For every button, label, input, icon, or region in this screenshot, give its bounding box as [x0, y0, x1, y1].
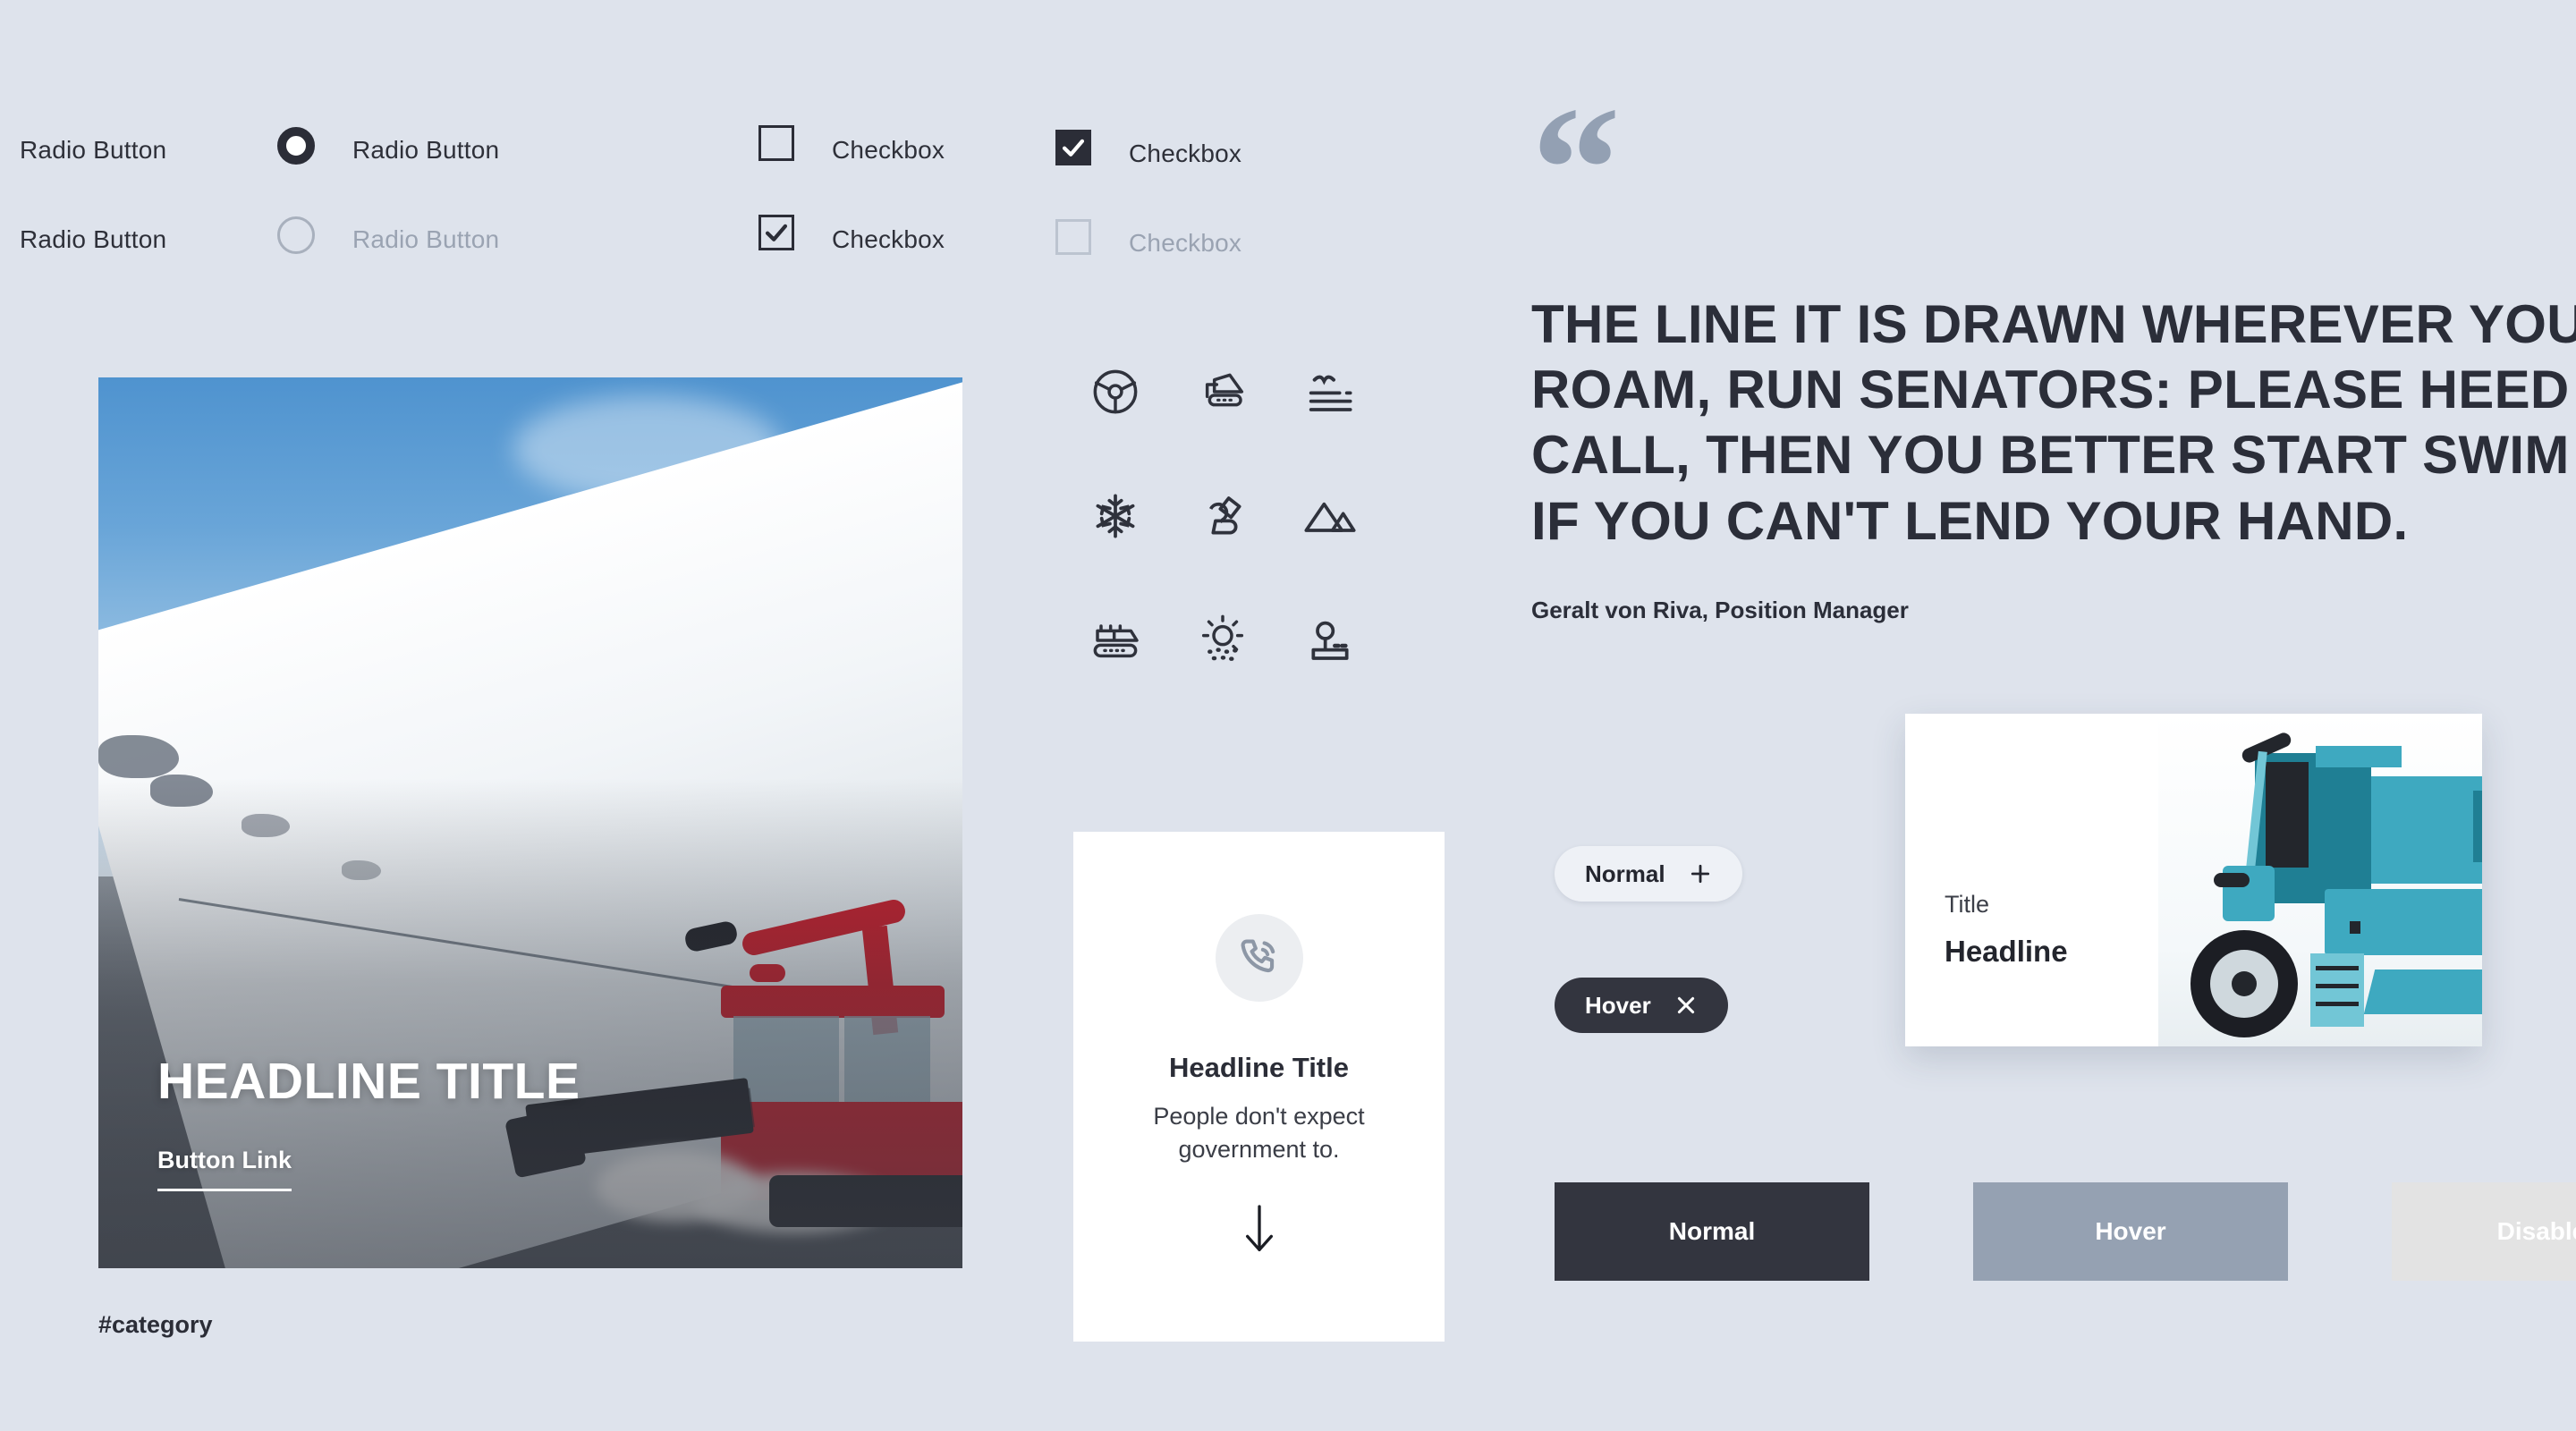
arrow-down-icon[interactable]: [1241, 1203, 1277, 1255]
quote-text: THE LINE IT IS DRAWN WHEREVER YOU ROAM, …: [1531, 292, 2576, 554]
media-card-title: Title: [1945, 891, 1990, 918]
joystick-icon[interactable]: [1301, 612, 1359, 669]
checkbox-label-2[interactable]: Checkbox: [1129, 140, 1241, 168]
checkbox-label-1[interactable]: Checkbox: [832, 136, 945, 165]
state-button-hover[interactable]: Hover: [1973, 1182, 2288, 1281]
checkbox-disabled: [1055, 219, 1091, 255]
checkbox-label-4: Checkbox: [1129, 229, 1242, 257]
snow-cannon-icon[interactable]: [1194, 487, 1251, 545]
media-card-image: [2158, 714, 2482, 1046]
sun-snow-icon[interactable]: [1194, 612, 1251, 669]
quote-line: IF YOU CAN'T LEND YOUR HAND.: [1531, 490, 2409, 551]
radio-button-selected[interactable]: [277, 127, 315, 165]
hero-button-link[interactable]: Button Link: [157, 1147, 292, 1191]
checkbox-checked-filled[interactable]: [1055, 130, 1091, 165]
hero-text-block: HEADLINE TITLE Button Link: [157, 1052, 580, 1191]
info-card-title: Headline Title: [1169, 1052, 1349, 1083]
snow-layers-bird-icon[interactable]: [1301, 363, 1359, 420]
tag-pill-normal[interactable]: Normal: [1555, 846, 1742, 902]
state-button-normal[interactable]: Normal: [1555, 1182, 1869, 1281]
close-icon[interactable]: [1674, 994, 1698, 1017]
quote-line: ROAM, RUN SENATORS: PLEASE HEED: [1531, 360, 2570, 420]
info-card-body: People don't expect government to.: [1153, 1103, 1365, 1164]
radio-label-1[interactable]: Radio Button: [352, 136, 499, 165]
radio-button-disabled: [277, 216, 315, 254]
design-system-canvas: Radio Button Radio Button Radio Button R…: [0, 0, 2576, 1431]
quote-author: Geralt von Riva, Position Manager: [1531, 596, 1909, 623]
plus-icon[interactable]: [1689, 862, 1712, 885]
state-button-disabled: Disabled: [2392, 1182, 2576, 1281]
quote-mark-icon: “: [1531, 71, 1621, 268]
media-card[interactable]: Title Headline: [1905, 714, 2482, 1046]
tracked-vehicle-icon[interactable]: [1087, 612, 1144, 669]
mountains-icon[interactable]: [1301, 487, 1359, 545]
phone-signal-icon: [1215, 914, 1303, 1002]
tag-pill-normal-label: Normal: [1585, 859, 1665, 887]
quote-line: CALL, THEN YOU BETTER START SWIM: [1531, 425, 2570, 486]
steering-wheel-icon[interactable]: [1087, 363, 1144, 420]
tag-pill-hover-label: Hover: [1585, 991, 1651, 1019]
state-button-disabled-label: Disabled: [2496, 1217, 2576, 1245]
hero-title: HEADLINE TITLE: [157, 1053, 580, 1110]
quote-line: THE LINE IT IS DRAWN WHEREVER YOU: [1531, 294, 2576, 354]
tag-pill-hover[interactable]: Hover: [1555, 978, 1728, 1033]
info-card[interactable]: Headline Title People don't expect gover…: [1073, 832, 1445, 1342]
state-button-hover-label: Hover: [2095, 1217, 2166, 1245]
radio-label-2: Radio Button: [352, 225, 500, 253]
state-button-normal-label: Normal: [1668, 1217, 1756, 1245]
media-card-headline: Headline: [1945, 935, 2068, 968]
testimonial-quote: “ THE LINE IT IS DRAWN WHEREVER YOU ROAM…: [1531, 71, 2576, 624]
check-icon: [1062, 139, 1085, 157]
hero-category-tag[interactable]: #category: [98, 1311, 213, 1339]
hero-image-card[interactable]: HEADLINE TITLE Button Link: [98, 377, 962, 1268]
media-card-text: Title Headline: [1945, 891, 2068, 969]
check-icon: [765, 224, 788, 241]
snow-groomer-icon[interactable]: [1194, 363, 1251, 420]
checkbox-unchecked[interactable]: [758, 125, 794, 161]
snowflake-icon[interactable]: [1087, 487, 1144, 545]
radio-side-label-1: Radio Button: [20, 136, 167, 164]
radio-side-label-2: Radio Button: [20, 225, 167, 253]
checkbox-label-3[interactable]: Checkbox: [832, 225, 945, 254]
checkbox-checked-outline[interactable]: [758, 215, 794, 250]
